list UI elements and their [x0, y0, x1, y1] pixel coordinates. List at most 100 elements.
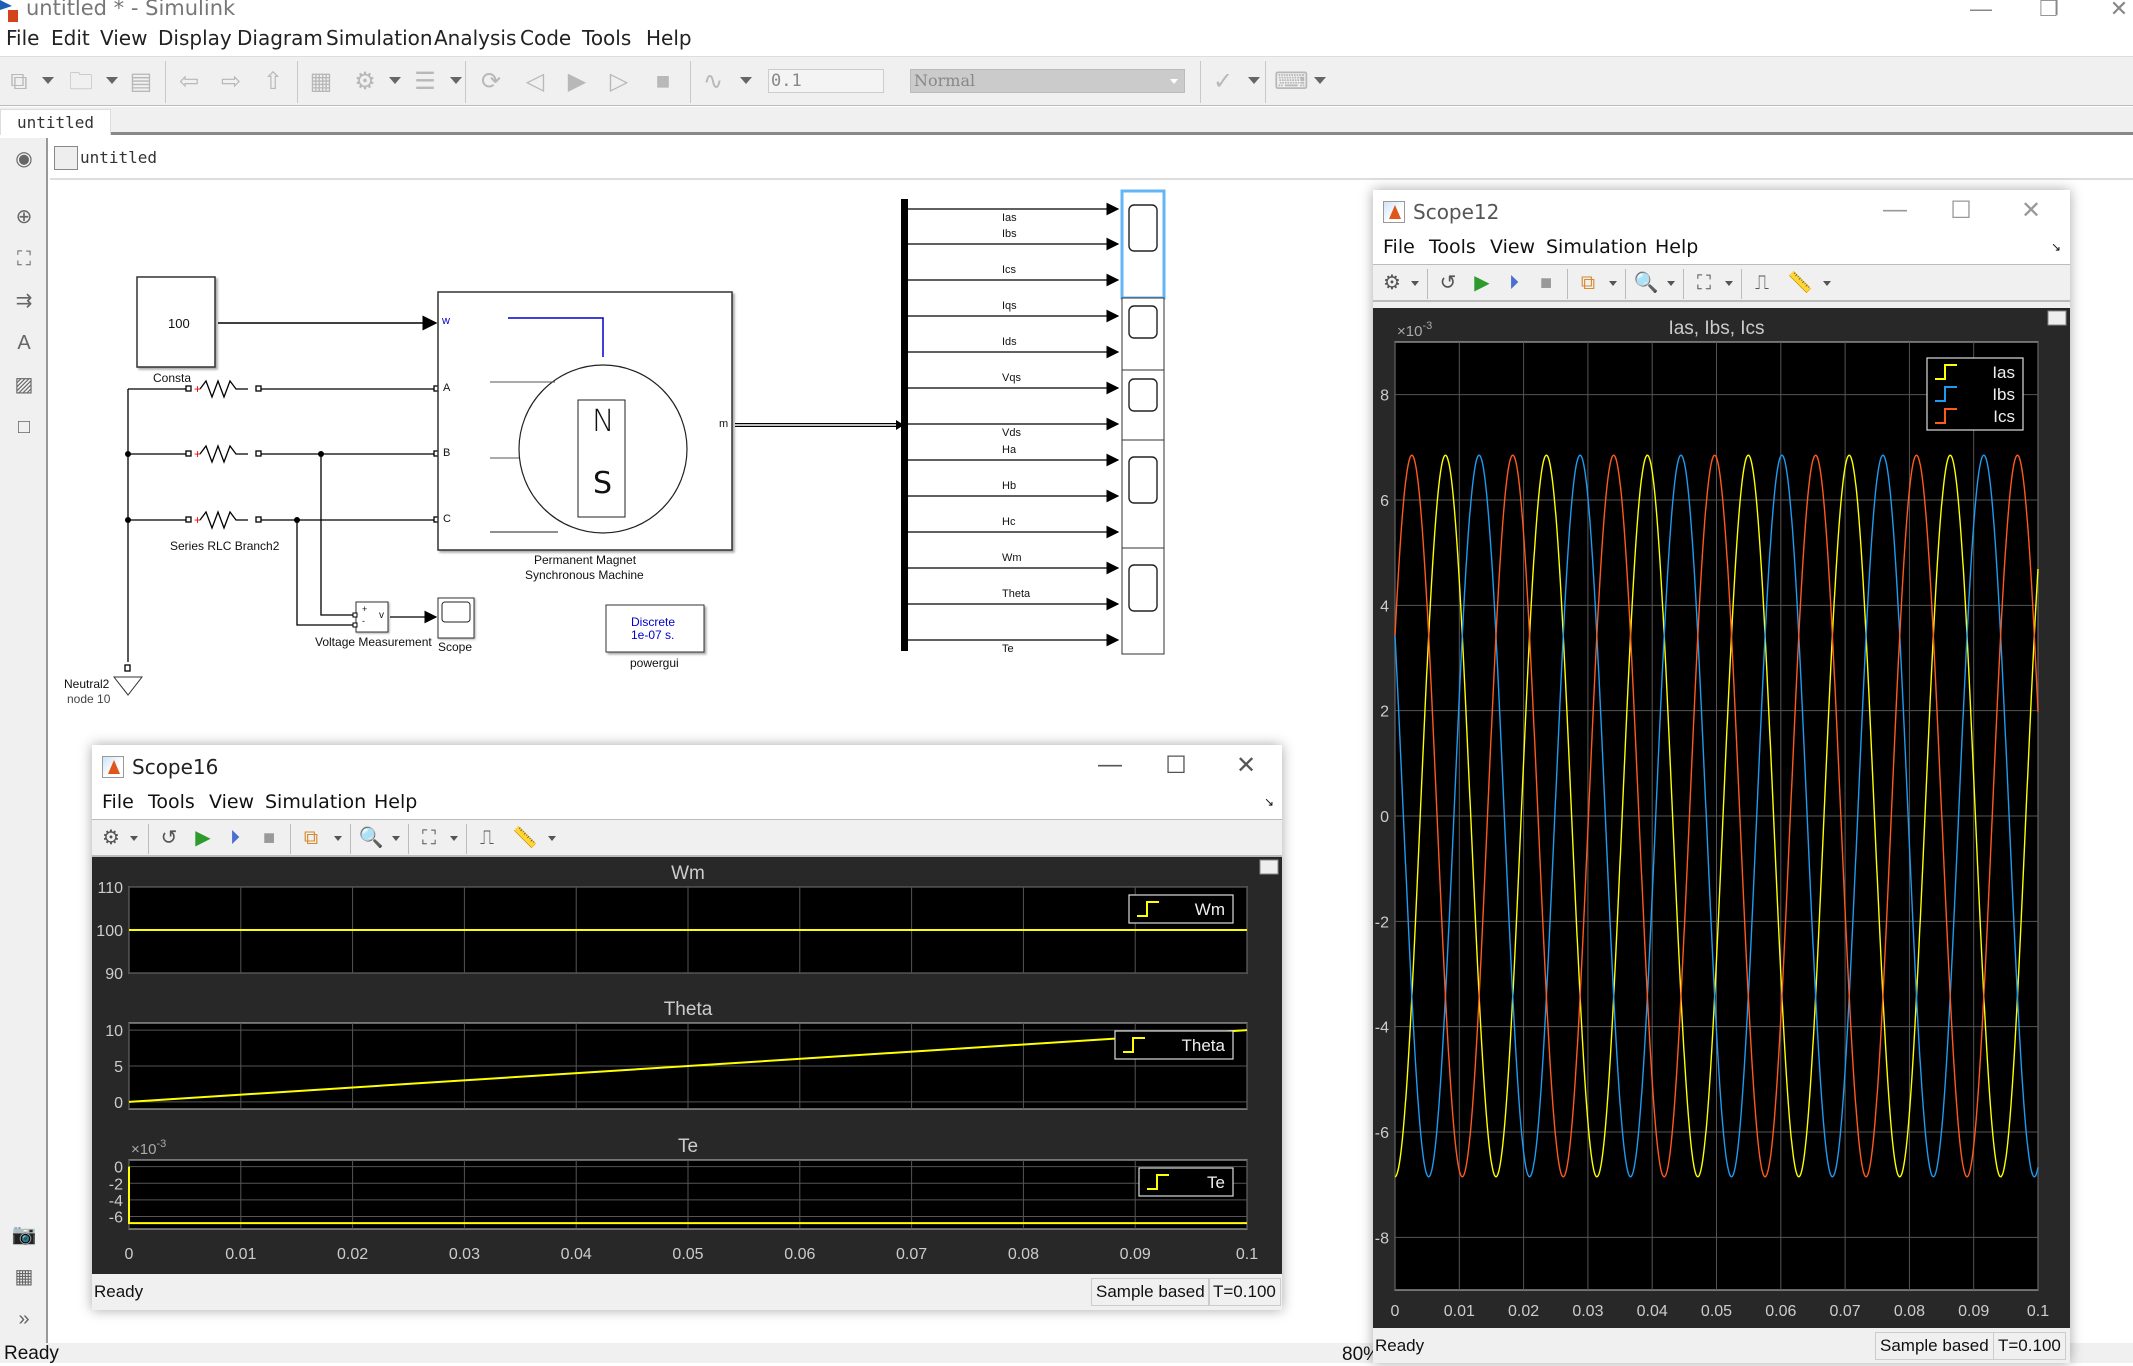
zoom-icon[interactable]: ⊕: [11, 204, 37, 230]
autoscale-icon[interactable]: ⛶: [416, 825, 442, 851]
menu-simulation[interactable]: Simulation: [1546, 236, 1647, 258]
open-dropdown-icon[interactable]: [106, 77, 118, 84]
highlight-icon[interactable]: ⧉: [298, 825, 324, 851]
model-config-icon[interactable]: ⚙: [350, 67, 380, 97]
menu-file[interactable]: File: [1383, 236, 1415, 258]
pmsm-block[interactable]: [437, 291, 733, 551]
save-icon[interactable]: ▤: [126, 67, 156, 97]
highlight-icon[interactable]: ⧉: [1575, 270, 1601, 296]
step-back-icon[interactable]: ◁: [520, 67, 550, 97]
scope16-axes[interactable]: 90100110WmWm0510ThetaTheta0-2-4-60 0.01 0.…: [92, 857, 1282, 1274]
screenshot-icon[interactable]: 📷: [11, 1222, 37, 1248]
menu-tools[interactable]: Tools: [582, 26, 631, 50]
settings-icon[interactable]: ⚙: [98, 825, 124, 851]
config-dropdown-icon[interactable]: [389, 77, 401, 84]
measurements-icon[interactable]: 📏: [1787, 270, 1813, 296]
data-inspector-icon[interactable]: ∿: [698, 67, 728, 97]
back-icon[interactable]: ◉: [11, 146, 37, 172]
stop-icon[interactable]: ■: [1533, 270, 1559, 296]
stop-time-input[interactable]: 0.1: [768, 69, 884, 93]
minimize-icon[interactable]: —: [1877, 196, 1913, 224]
minimize-icon[interactable]: —: [1966, 0, 1996, 22]
maximize-icon[interactable]: ☐: [1158, 751, 1194, 780]
run-icon[interactable]: ▶: [562, 67, 592, 97]
forward-icon[interactable]: ⇨: [216, 67, 246, 97]
chevron-down-icon[interactable]: [1667, 281, 1675, 286]
chevron-down-icon[interactable]: [1823, 281, 1831, 286]
menu-view[interactable]: View: [1490, 236, 1535, 258]
tab-untitled[interactable]: untitled: [0, 109, 112, 135]
chevron-down-icon[interactable]: [548, 836, 556, 841]
chevron-down-icon[interactable]: [334, 836, 342, 841]
close-icon[interactable]: ✕: [2104, 0, 2133, 22]
menu-simulation[interactable]: Simulation: [265, 791, 366, 813]
maximize-icon[interactable]: ☐: [1943, 196, 1979, 225]
rlc-branches[interactable]: [127, 379, 435, 662]
menu-simulation[interactable]: Simulation: [326, 26, 433, 50]
chevron-down-icon[interactable]: [1609, 281, 1617, 286]
library-browser-icon[interactable]: ▦: [306, 67, 336, 97]
back-icon[interactable]: ⇦: [174, 67, 204, 97]
annotation-icon[interactable]: A: [11, 330, 37, 356]
advisor-dropdown-icon[interactable]: [1248, 77, 1260, 84]
revert-icon[interactable]: ↺: [1435, 270, 1461, 296]
run-icon[interactable]: ▶: [1469, 270, 1495, 296]
chevron-down-icon[interactable]: [1411, 281, 1419, 286]
step-forward-icon[interactable]: ▷: [604, 67, 634, 97]
ground-icon[interactable]: [112, 676, 144, 696]
triggers-icon[interactable]: ⎍: [474, 825, 500, 851]
menu-help[interactable]: Help: [1655, 236, 1698, 258]
model-explorer-icon[interactable]: ☰: [410, 67, 440, 97]
scope-blocks[interactable]: [1120, 189, 1166, 655]
scope-block[interactable]: [437, 597, 475, 639]
fit-view-icon[interactable]: ⛶: [11, 246, 37, 272]
stop-icon[interactable]: ■: [648, 67, 678, 97]
image-icon[interactable]: ▨: [11, 372, 37, 398]
menu-file[interactable]: File: [102, 791, 134, 813]
area-icon[interactable]: □: [11, 414, 37, 440]
explorer-dropdown-icon[interactable]: [450, 77, 462, 84]
chevron-down-icon[interactable]: [130, 836, 138, 841]
model-advisor-icon[interactable]: ✓: [1208, 67, 1238, 97]
menu-analysis[interactable]: Analysis: [434, 26, 516, 50]
new-dropdown-icon[interactable]: [42, 77, 54, 84]
inspector-dropdown-icon[interactable]: [740, 77, 752, 84]
menu-help[interactable]: Help: [374, 791, 417, 813]
step-forward-icon[interactable]: ⏵: [222, 825, 248, 851]
open-icon[interactable]: 🗀: [66, 67, 96, 97]
stop-icon[interactable]: ■: [256, 825, 282, 851]
model-browser-icon[interactable]: ▦: [11, 1264, 37, 1290]
new-model-icon[interactable]: ⧉: [4, 67, 34, 97]
scope12-axes[interactable]: -8 -6 -4 -2 0 2 4 6 8 0 0.01 0.02 0.03 0.04 0.05 0.06 0.…: [1373, 308, 2070, 1328]
zoom-icon[interactable]: 🔍: [1633, 270, 1659, 296]
expand-icon[interactable]: »: [11, 1306, 37, 1332]
step-forward-icon[interactable]: ⏵: [1501, 270, 1527, 296]
zoom-icon[interactable]: 🔍: [358, 825, 384, 851]
settings-icon[interactable]: ⚙: [1379, 270, 1405, 296]
revert-icon[interactable]: ↺: [156, 825, 182, 851]
menu-view[interactable]: View: [100, 26, 147, 50]
minimize-icon[interactable]: —: [1092, 751, 1128, 779]
menu-display[interactable]: Display: [158, 26, 232, 50]
build-dropdown-icon[interactable]: [1314, 77, 1326, 84]
bus-selector[interactable]: [901, 199, 908, 651]
up-icon[interactable]: ⇧: [258, 67, 288, 97]
menu-diagram[interactable]: Diagram: [237, 26, 323, 50]
run-icon[interactable]: ▶: [190, 825, 216, 851]
menu-code[interactable]: Code: [520, 26, 571, 50]
menu-view[interactable]: View: [209, 791, 254, 813]
menu-help[interactable]: Help: [646, 26, 692, 50]
chevron-down-icon[interactable]: [1725, 281, 1733, 286]
menu-file[interactable]: File: [6, 26, 39, 50]
autoscale-icon[interactable]: ⛶: [1691, 270, 1717, 296]
measurements-icon[interactable]: 📏: [512, 825, 538, 851]
close-icon[interactable]: ✕: [2013, 196, 2049, 225]
menu-tools[interactable]: Tools: [148, 791, 195, 813]
signal-routing-icon[interactable]: ⇉: [11, 288, 37, 314]
chevron-down-icon[interactable]: [450, 836, 458, 841]
menu-tools[interactable]: Tools: [1429, 236, 1476, 258]
menu-edit[interactable]: Edit: [51, 26, 90, 50]
restore-icon[interactable]: ❐: [2034, 0, 2064, 22]
build-icon[interactable]: ⌨: [1274, 67, 1309, 97]
close-icon[interactable]: ✕: [1228, 751, 1264, 780]
